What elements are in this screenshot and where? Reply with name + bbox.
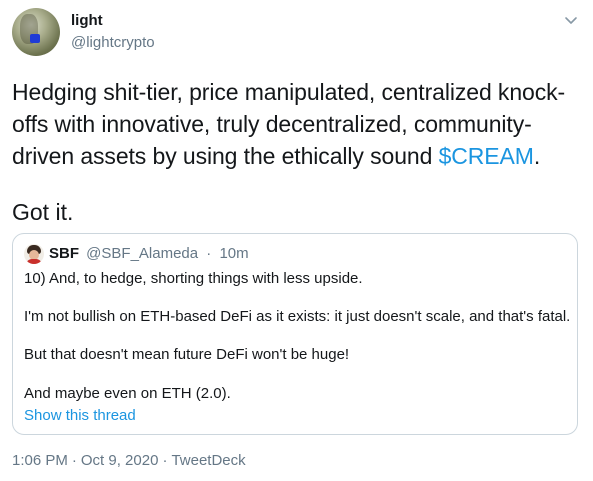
meta-separator-2: ·	[162, 452, 168, 469]
quoted-tweet[interactable]: SBF @SBF_Alameda · 10m 10) And, to hedge…	[12, 233, 578, 435]
author-avatar[interactable]	[12, 8, 60, 56]
quoted-separator: ·	[206, 245, 212, 262]
quoted-display-name: SBF	[49, 245, 79, 262]
author-display-name[interactable]: light	[71, 12, 103, 29]
tweet: light @lightcrypto Hedging shit-tier, pr…	[0, 0, 593, 481]
avatar-blob	[30, 34, 40, 43]
avatar-shirt	[26, 259, 42, 264]
tweet-text-end: .	[533, 143, 541, 169]
quoted-time: 10m	[219, 245, 249, 262]
cashtag-link[interactable]: $CREAM	[439, 143, 534, 169]
quoted-header: SBF @SBF_Alameda · 10m	[49, 245, 249, 262]
quoted-avatar[interactable]	[24, 244, 44, 264]
tweet-time[interactable]: 1:06 PM	[12, 452, 68, 469]
quoted-handle: @SBF_Alameda	[86, 245, 199, 262]
quoted-line-3: But that doesn't mean future DeFi won't …	[24, 346, 350, 363]
quoted-line-1: 10) And, to hedge, shorting things with …	[24, 270, 363, 287]
chevron-down-icon[interactable]	[563, 12, 579, 28]
quoted-line-2: I'm not bullish on ETH-based DeFi as it …	[24, 308, 571, 325]
author-handle[interactable]: @lightcrypto	[71, 34, 155, 51]
meta-separator: ·	[71, 452, 77, 469]
tweet-source[interactable]: TweetDeck	[171, 452, 245, 469]
quoted-line-4: And maybe even on ETH (2.0).	[24, 385, 231, 402]
tweet-meta: 1:06 PM · Oct 9, 2020 · TweetDeck	[12, 452, 246, 469]
tweet-text: Hedging shit-tier, price manipulated, ce…	[12, 76, 582, 172]
tweet-second-paragraph: Got it.	[12, 199, 74, 225]
tweet-date[interactable]: Oct 9, 2020	[81, 452, 159, 469]
show-thread-link[interactable]: Show this thread	[24, 407, 136, 424]
